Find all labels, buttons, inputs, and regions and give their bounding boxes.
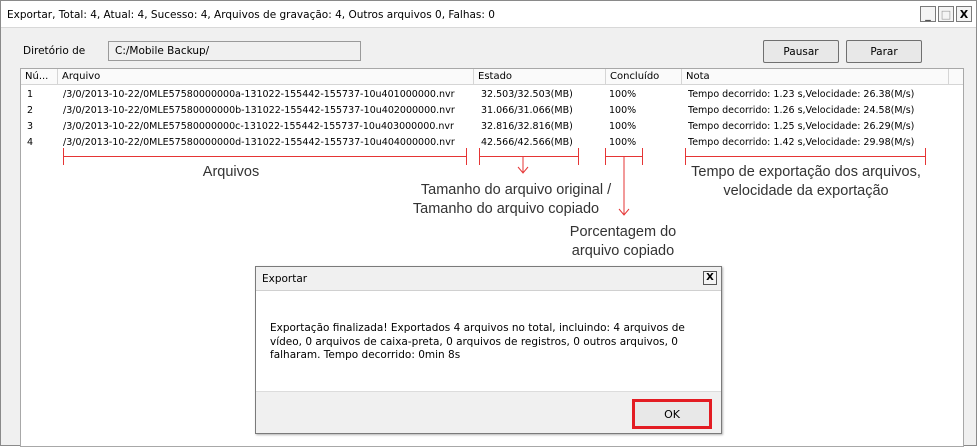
- row-2-file[interactable]: /3/0/2013-10-22/0MLE57580000000b-131022-…: [63, 105, 471, 116]
- col-header-completed[interactable]: Concluído: [606, 69, 682, 85]
- export-window: Exportar, Total: 4, Atual: 4, Sucesso: 4…: [0, 0, 977, 447]
- window-title: Exportar, Total: 4, Atual: 4, Sucesso: 4…: [7, 9, 495, 21]
- close-button[interactable]: X: [956, 6, 972, 22]
- row-4-note: Tempo decorrido: 1.42 s,Velocidade: 29.9…: [688, 137, 915, 148]
- dialog-title: Exportar: [262, 273, 308, 285]
- list-header: Nú... Arquivo Estado Concluído Nota: [21, 69, 963, 85]
- annotation-percent-text-1: Porcentagem do: [569, 224, 677, 240]
- row-1-note: Tempo decorrido: 1.23 s,Velocidade: 26.3…: [688, 89, 915, 100]
- row-3-status: 32.816/32.816(MB): [481, 121, 573, 132]
- ok-button[interactable]: OK: [632, 399, 712, 429]
- annotation-size-arrow: [517, 156, 529, 174]
- annotation-note-text-2: velocidade da exportação: [723, 183, 889, 199]
- row-4-completed: 100%: [609, 137, 637, 148]
- row-3-completed: 100%: [609, 121, 637, 132]
- maximize-button[interactable]: □: [938, 6, 954, 22]
- annotation-percent-arrow: [618, 156, 630, 216]
- annotation-size-text-2: Tamanho do arquivo copiado: [412, 201, 600, 217]
- col-header-file[interactable]: Arquivo: [58, 69, 474, 85]
- title-bar: Exportar, Total: 4, Atual: 4, Sucesso: 4…: [1, 1, 976, 28]
- annotation-files-text: Arquivos: [202, 164, 260, 180]
- annotation-note-text-1: Tempo de exportação dos arquivos,: [691, 164, 921, 180]
- col-header-number[interactable]: Nú...: [21, 69, 58, 85]
- row-3-file[interactable]: /3/0/2013-10-22/0MLE57580000000c-131022-…: [63, 121, 471, 132]
- row-2-number: 2: [27, 105, 34, 116]
- row-4-file[interactable]: /3/0/2013-10-22/0MLE57580000000d-131022-…: [63, 137, 471, 148]
- dialog-title-bar: Exportar X: [256, 267, 721, 291]
- stop-button[interactable]: Parar: [846, 40, 922, 63]
- window-controls: _ □ X: [920, 6, 972, 22]
- annotation-size-text-1: Tamanho do arquivo original /: [420, 182, 612, 198]
- export-complete-dialog: Exportar X Exportação finalizada! Export…: [255, 266, 722, 434]
- row-4-number: 4: [27, 137, 34, 148]
- dialog-message: Exportação finalizada! Exportados 4 arqu…: [270, 322, 685, 361]
- row-3-note: Tempo decorrido: 1.25 s,Velocidade: 26.2…: [688, 121, 915, 132]
- row-2-status: 31.066/31.066(MB): [481, 105, 573, 116]
- row-1-completed: 100%: [609, 89, 637, 100]
- col-header-status[interactable]: Estado: [474, 69, 606, 85]
- row-3-number: 3: [27, 121, 34, 132]
- row-1-file[interactable]: /3/0/2013-10-22/0MLE57580000000a-131022-…: [63, 89, 471, 100]
- pause-button[interactable]: Pausar: [763, 40, 839, 63]
- directory-label: Diretório de: [23, 45, 86, 57]
- col-header-note[interactable]: Nota: [682, 69, 949, 85]
- row-4-status: 42.566/42.566(MB): [481, 137, 573, 148]
- directory-field[interactable]: C:/Mobile Backup/: [108, 41, 361, 61]
- row-2-note: Tempo decorrido: 1.26 s,Velocidade: 24.5…: [688, 105, 915, 116]
- row-2-completed: 100%: [609, 105, 637, 116]
- row-1-status: 32.503/32.503(MB): [481, 89, 573, 100]
- row-1-number: 1: [27, 89, 34, 100]
- dialog-close-button[interactable]: X: [703, 271, 717, 285]
- annotation-percent-text-2: arquivo copiado: [571, 243, 675, 259]
- minimize-button[interactable]: _: [920, 6, 936, 22]
